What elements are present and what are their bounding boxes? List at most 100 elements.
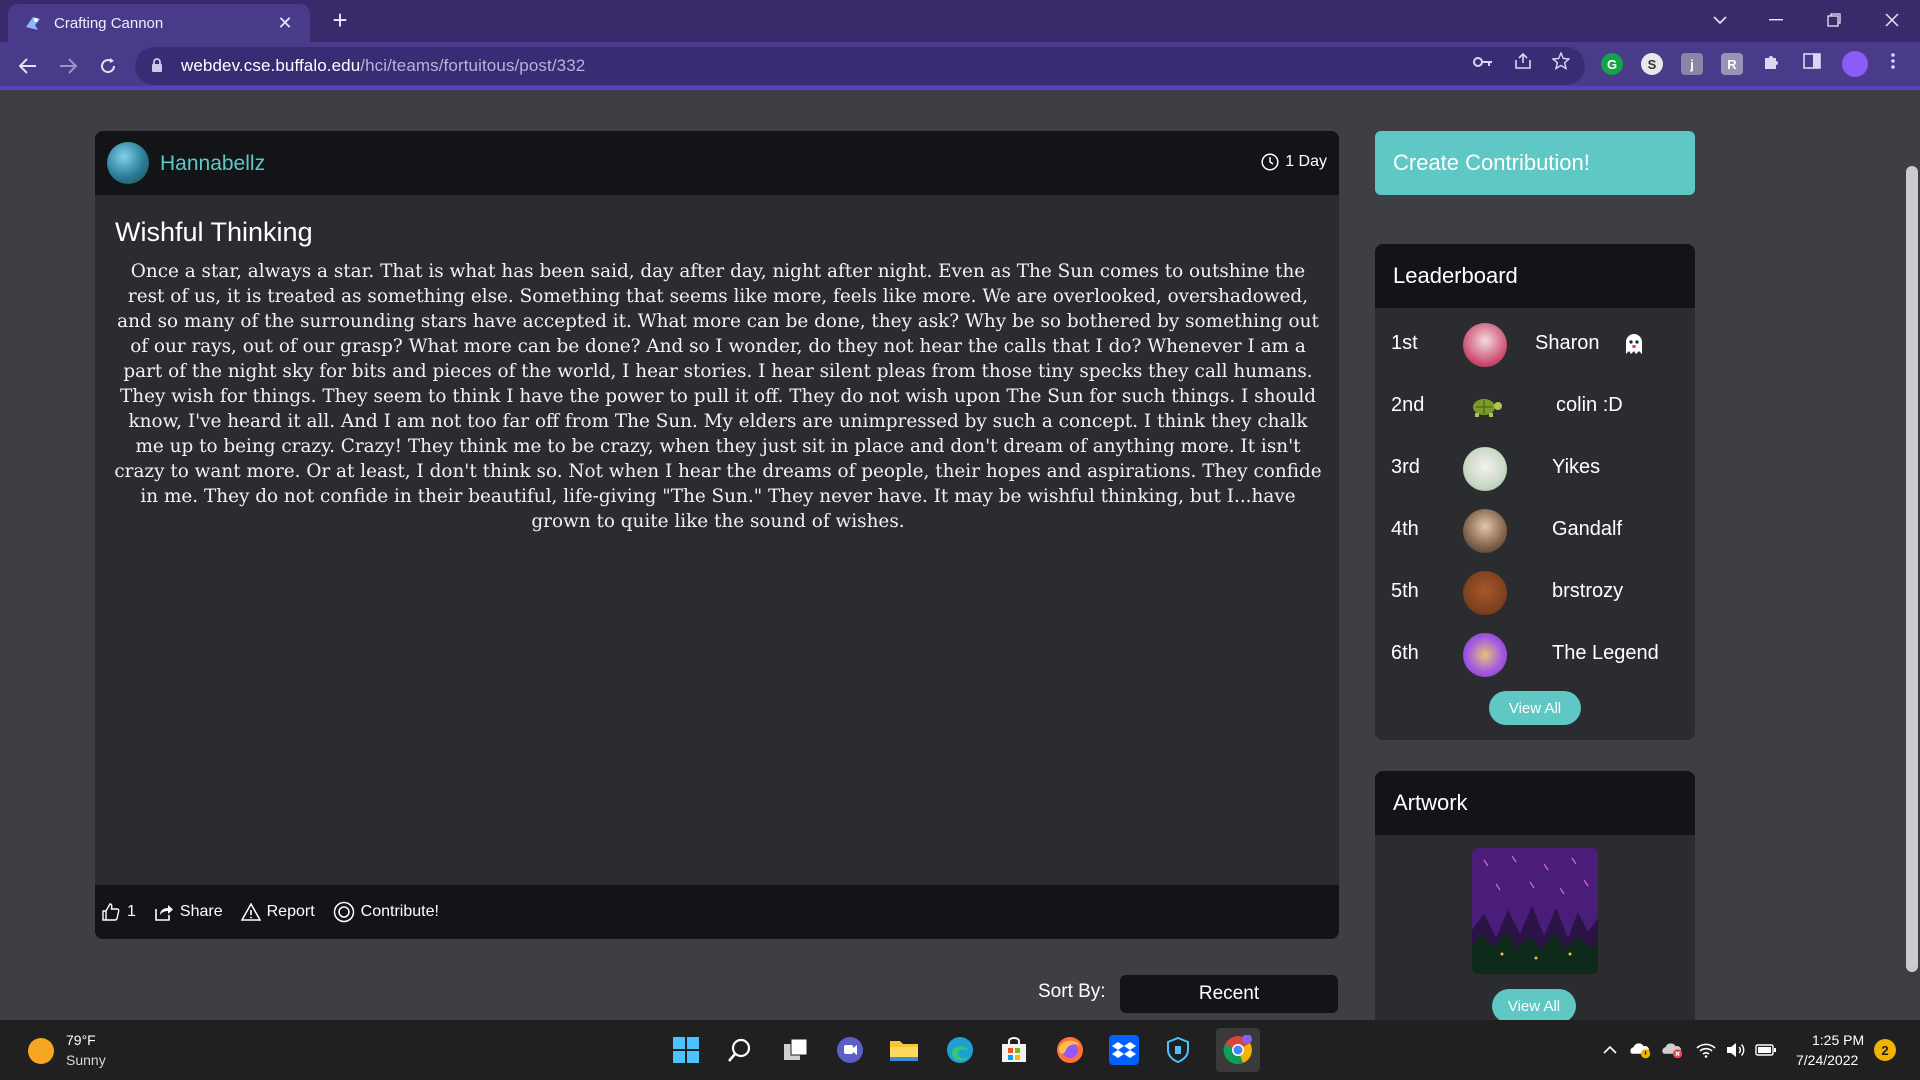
profile-avatar-icon[interactable] [1842, 51, 1868, 77]
restore-window-icon[interactable] [1806, 0, 1862, 40]
sync-error-icon[interactable] [1660, 1038, 1684, 1062]
leaderboard-row[interactable]: 6th The Legend [1375, 630, 1695, 680]
side-panel-icon[interactable] [1801, 53, 1823, 75]
s-extension-icon[interactable]: S [1641, 53, 1663, 75]
post-age-text: 1 Day [1285, 153, 1327, 170]
search-icon[interactable] [722, 1032, 758, 1068]
minimize-window-icon[interactable] [1748, 0, 1804, 40]
browser-tab[interactable]: Crafting Cannon ✕ [8, 4, 310, 42]
leaderboard-rank: 3rd [1391, 456, 1420, 478]
post-actions-bar: 1 Share Report Contribute! [95, 885, 1339, 939]
leaderboard-name[interactable]: Gandalf [1552, 518, 1622, 541]
artwork-thumbnail[interactable] [1472, 848, 1598, 974]
notification-badge[interactable]: 2 [1874, 1039, 1896, 1061]
leaderboard-name[interactable]: brstrozy [1552, 580, 1623, 603]
share-icon [155, 905, 173, 921]
bookmark-star-icon[interactable] [1550, 51, 1572, 74]
scrollbar-thumb[interactable] [1906, 166, 1918, 972]
lock-icon[interactable] [151, 58, 165, 74]
leaderboard-avatar [1463, 509, 1507, 553]
task-view-icon[interactable] [778, 1032, 814, 1068]
leaderboard-panel: Leaderboard 1st Sharon 2nd colin :D 3rd … [1375, 244, 1695, 740]
wifi-icon[interactable] [1694, 1038, 1718, 1062]
reload-icon[interactable] [92, 50, 124, 82]
volume-icon[interactable] [1724, 1038, 1748, 1062]
sort-by-label: Sort By: [1038, 981, 1106, 1002]
share-page-icon[interactable] [1512, 52, 1534, 74]
create-contribution-button[interactable]: Create Contribution! [1375, 131, 1695, 195]
security-shield-icon[interactable] [1160, 1032, 1196, 1068]
contribute-button[interactable]: Contribute! [333, 901, 439, 923]
share-label: Share [179, 903, 223, 920]
leaderboard-name[interactable]: Sharon [1535, 332, 1600, 355]
leaderboard-title: Leaderboard [1375, 244, 1695, 308]
turtle-avatar [1463, 385, 1507, 429]
sort-select[interactable]: Recent [1120, 975, 1338, 1013]
author-name-link[interactable]: Hannabellz [160, 152, 265, 176]
battery-icon[interactable] [1754, 1038, 1778, 1062]
leaderboard-rank: 5th [1391, 580, 1419, 602]
post-header: Hannabellz 1 Day [95, 131, 1339, 195]
url-path: /hci/teams/fortuitous/post/332 [360, 56, 586, 75]
leaderboard-name[interactable]: colin :D [1556, 394, 1623, 417]
warning-triangle-icon [240, 903, 261, 921]
onedrive-warning-icon[interactable] [1628, 1038, 1652, 1062]
weather-condition[interactable]: Sunny [66, 1052, 106, 1068]
microsoft-store-icon[interactable] [996, 1032, 1032, 1068]
leaderboard-avatar [1463, 633, 1507, 677]
back-arrow-icon[interactable] [12, 50, 44, 82]
grammarly-extension-icon[interactable]: G [1601, 53, 1623, 75]
tab-search-icon[interactable] [1692, 0, 1748, 40]
address-bar[interactable]: webdev.cse.buffalo.edu/hci/teams/fortuit… [135, 47, 1585, 85]
post-title: Wishful Thinking [115, 217, 313, 247]
weather-temperature[interactable]: 79°F [66, 1032, 96, 1048]
share-button[interactable]: Share [154, 903, 223, 921]
leaderboard-rank: 1st [1391, 332, 1418, 354]
url-text: webdev.cse.buffalo.edu/hci/teams/fortuit… [181, 56, 585, 76]
weather-sun-icon[interactable] [28, 1038, 54, 1064]
r-extension-icon[interactable]: R [1721, 53, 1743, 75]
artwork-panel: Artwork View All [1375, 771, 1695, 1020]
leaderboard-rank: 2nd [1391, 394, 1425, 416]
report-button[interactable]: Report [240, 903, 315, 921]
new-tab-button[interactable]: + [325, 6, 355, 36]
leaderboard-name[interactable]: Yikes [1552, 456, 1600, 479]
leaderboard-row[interactable]: 4th Gandalf [1375, 506, 1695, 556]
leaderboard-row[interactable]: 2nd colin :D [1375, 382, 1695, 432]
forward-arrow-icon[interactable] [52, 50, 84, 82]
clock-time[interactable]: 1:25 PM [1812, 1032, 1864, 1048]
firefox-icon[interactable] [1052, 1032, 1088, 1068]
browser-menu-icon[interactable] [1882, 53, 1904, 75]
extensions-puzzle-icon[interactable] [1761, 53, 1783, 75]
contribute-ring-icon [333, 901, 354, 923]
leaderboard-avatar [1463, 447, 1507, 491]
file-explorer-icon[interactable] [886, 1032, 922, 1068]
dropbox-icon[interactable] [1106, 1032, 1142, 1068]
key-icon[interactable] [1472, 52, 1494, 74]
leaderboard-name[interactable]: The Legend [1552, 642, 1659, 665]
close-window-icon[interactable] [1864, 0, 1920, 40]
jsf-extension-icon[interactable]: j [1681, 53, 1703, 75]
show-hidden-icons-icon[interactable] [1598, 1038, 1622, 1062]
edge-browser-icon[interactable] [942, 1032, 978, 1068]
chrome-icon[interactable] [1216, 1028, 1260, 1072]
teams-chat-icon[interactable] [832, 1032, 868, 1068]
like-button[interactable]: 1 [101, 902, 136, 922]
clock-icon [1261, 153, 1279, 171]
clock-date[interactable]: 7/24/2022 [1796, 1052, 1858, 1068]
artwork-view-all-button[interactable]: View All [1492, 989, 1576, 1020]
author-avatar[interactable] [107, 142, 149, 184]
leaderboard-avatar [1463, 571, 1507, 615]
tab-close-icon[interactable]: ✕ [274, 13, 296, 34]
like-count: 1 [127, 903, 136, 920]
leaderboard-row[interactable]: 5th brstrozy [1375, 568, 1695, 618]
browser-tab-strip: Crafting Cannon ✕ + [0, 0, 1920, 42]
post-age: 1 Day [1261, 153, 1327, 171]
leaderboard-row[interactable]: 1st Sharon [1375, 320, 1695, 370]
windows-start-icon[interactable] [668, 1032, 704, 1068]
tab-title: Crafting Cannon [54, 14, 164, 32]
leaderboard-avatar [1463, 323, 1507, 367]
leaderboard-row[interactable]: 3rd Yikes [1375, 444, 1695, 494]
leaderboard-view-all-button[interactable]: View All [1489, 691, 1581, 725]
page-scrollbar[interactable] [1904, 94, 1920, 1020]
